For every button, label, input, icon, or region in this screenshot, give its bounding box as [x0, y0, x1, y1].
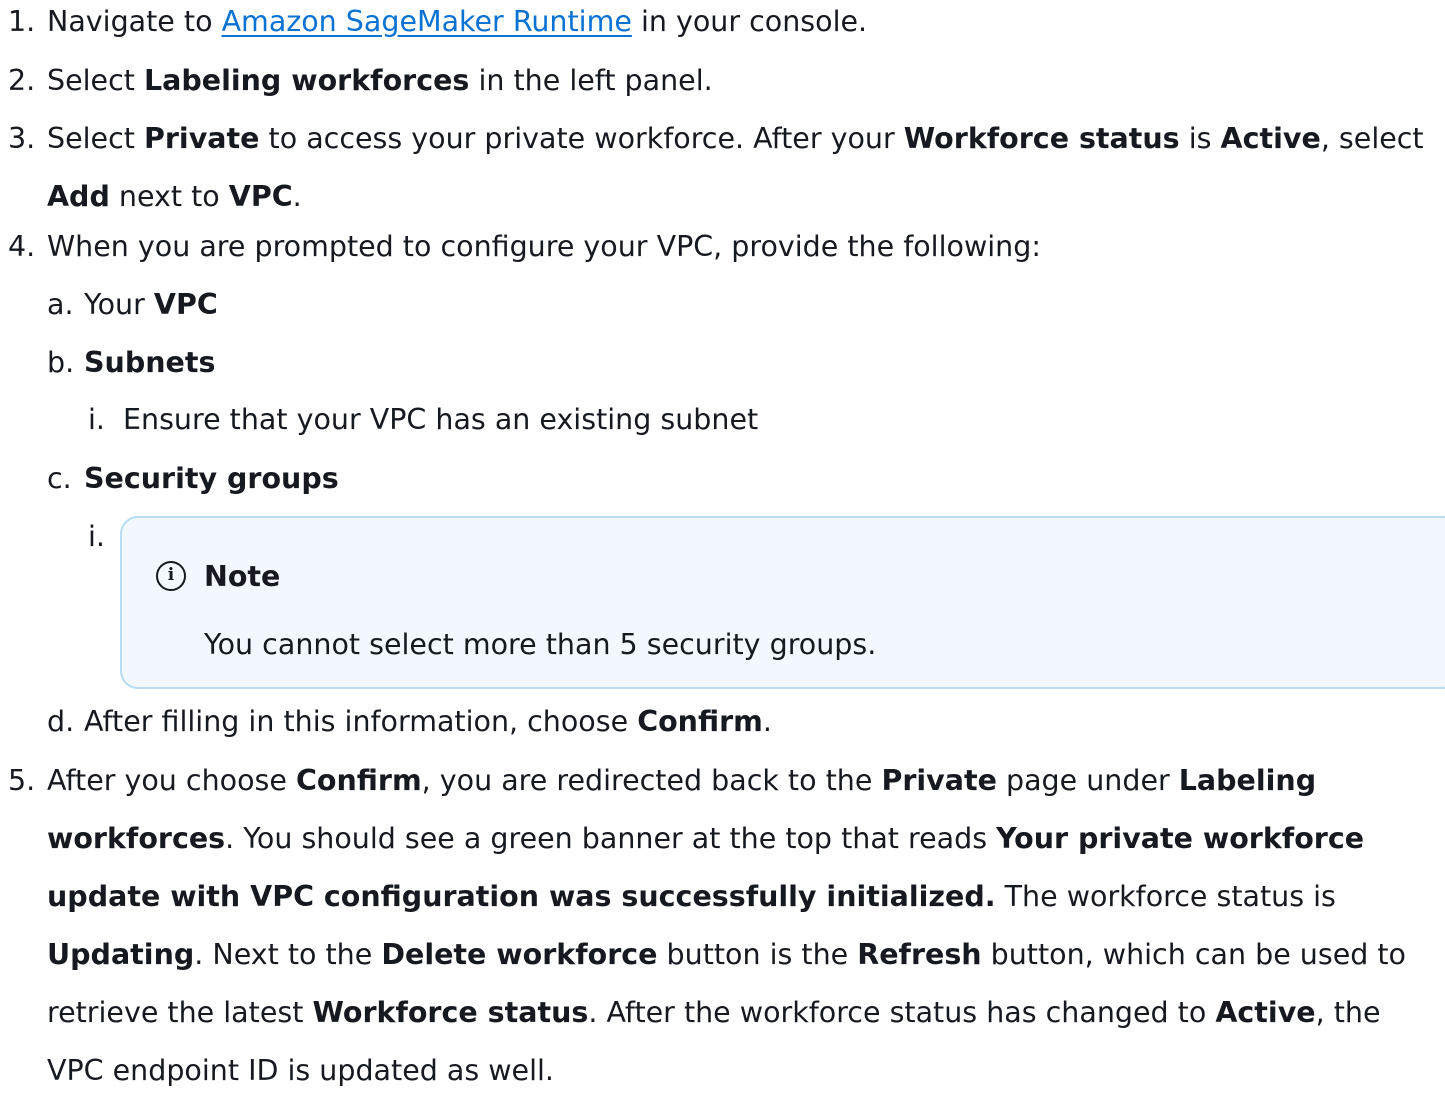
substep-text: Subnets: [84, 346, 216, 379]
note-title: Note: [204, 560, 281, 593]
step-number: 2.: [8, 64, 36, 97]
substep-text: Your VPC: [84, 288, 218, 321]
step-text: Navigate to Amazon SageMaker Runtime in …: [47, 5, 868, 38]
substep-roman: i.: [88, 520, 105, 553]
sagemaker-runtime-link[interactable]: Amazon SageMaker Runtime: [222, 5, 632, 38]
step-text: After you choose Confirm, you are redire…: [47, 764, 1406, 1087]
substep-text: After filling in this information, choos…: [84, 705, 772, 738]
step-number: 1.: [8, 5, 36, 38]
substep-letter: b.: [47, 346, 75, 379]
substep-text: Ensure that your VPC has an existing sub…: [123, 403, 759, 436]
substep-letter: a.: [47, 288, 74, 321]
step-number: 4.: [8, 230, 36, 263]
note-callout: i Note You cannot select more than 5 sec…: [120, 516, 1445, 689]
step-number: 3.: [8, 122, 36, 155]
step-number: 5.: [8, 764, 36, 797]
step-text: Select Labeling workforces in the left p…: [47, 64, 713, 97]
step-text: Select Private to access your private wo…: [47, 122, 1424, 213]
documentation-page: 1. Navigate to Amazon SageMaker Runtime …: [0, 0, 1445, 1087]
step-text: When you are prompted to configure your …: [47, 230, 1041, 263]
note-body: You cannot select more than 5 security g…: [204, 628, 877, 661]
substep-text: Security groups: [84, 462, 339, 495]
info-icon: i: [156, 561, 186, 591]
substep-letter: d.: [47, 705, 75, 738]
substep-letter: c.: [47, 462, 72, 495]
substep-roman: i.: [88, 403, 105, 436]
